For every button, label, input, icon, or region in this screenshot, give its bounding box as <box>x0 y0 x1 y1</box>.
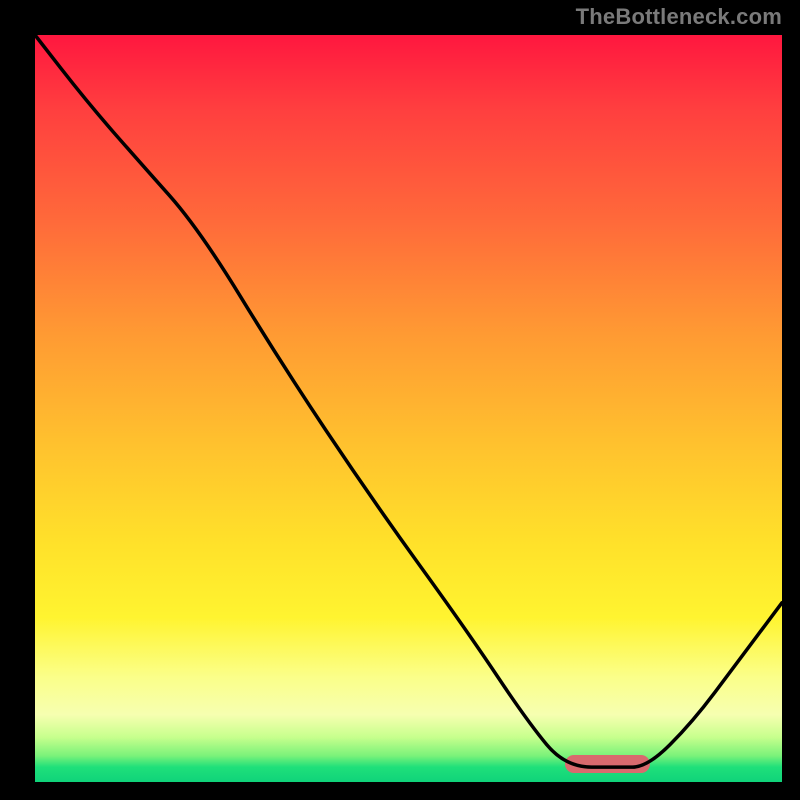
watermark-text: TheBottleneck.com <box>576 4 782 30</box>
optimal-range-marker <box>565 755 650 773</box>
y-axis <box>0 0 35 800</box>
plot-area <box>35 35 782 782</box>
x-axis <box>0 782 800 800</box>
chart-stage: TheBottleneck.com <box>0 0 800 800</box>
